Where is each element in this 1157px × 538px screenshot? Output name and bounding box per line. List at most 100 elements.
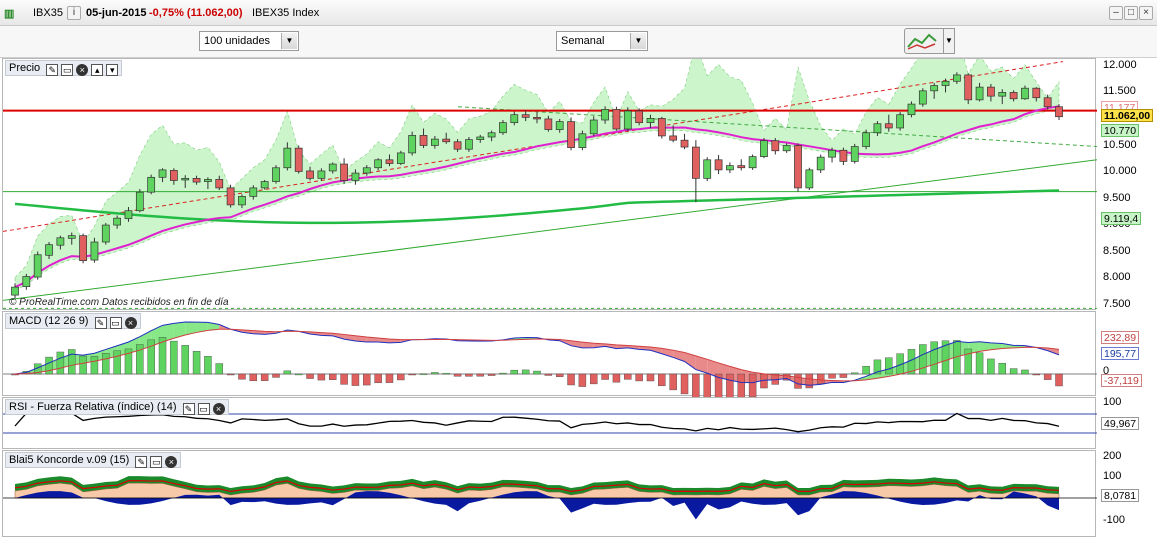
macd-histogram-bar (102, 353, 110, 375)
candle (816, 154, 825, 174)
candle (408, 131, 417, 156)
macd-histogram-bar (272, 373, 280, 378)
window-titlebar: ▥ IBX35 i 05-jun-2015 -0,75% (11.062,00)… (0, 0, 1157, 26)
macd-histogram-bar (1043, 373, 1052, 380)
macd-histogram-bar (851, 372, 859, 375)
price-tick: 7.500 (1103, 297, 1131, 310)
close-icon[interactable]: × (124, 317, 137, 329)
wrench-icon[interactable]: ✎ (182, 403, 195, 415)
candle (692, 140, 700, 203)
macd-chart[interactable] (3, 312, 1097, 397)
close-icon[interactable]: × (165, 456, 178, 468)
macd-histogram-bar (1021, 369, 1029, 375)
macd-histogram-bar (363, 373, 371, 386)
macd-histogram-bar (465, 373, 473, 377)
price-panel[interactable]: Precio ✎ ▭ × ▴ ▾ © ProRealTime.com Datos rec… (2, 58, 1097, 311)
macd-histogram-bar (635, 373, 643, 382)
candle (657, 116, 666, 139)
macd-histogram-bar (987, 358, 995, 375)
candle (294, 145, 303, 174)
maximize-icon[interactable]: □ (1124, 6, 1138, 20)
chevron-down-icon: ▼ (630, 33, 646, 49)
rsi-panel[interactable]: RSI - Fuerza Relativa (índice) (14) ✎ ▭ × (2, 397, 1097, 449)
window-icon[interactable]: ▭ (197, 403, 210, 415)
candle (147, 174, 156, 195)
candle (135, 188, 144, 213)
rsi-badge: 49,967 (1101, 417, 1140, 430)
price-chart[interactable] (3, 59, 1097, 311)
candle (896, 112, 904, 131)
candle (260, 179, 269, 190)
indicators-button[interactable] (904, 28, 946, 54)
candle (737, 159, 746, 171)
candle (714, 155, 723, 175)
macd-histogram-bar (816, 373, 825, 384)
window-icon[interactable]: ▭ (109, 317, 122, 329)
wrench-icon[interactable]: ✎ (135, 456, 148, 468)
chevron-down-icon: ▼ (281, 33, 297, 49)
macd-histogram-bar (499, 372, 507, 375)
last-price-badge: 11.062,00 (1101, 108, 1154, 122)
move-up-icon[interactable]: ▴ (91, 64, 104, 76)
candle (22, 273, 31, 290)
signal-badge: 195,77 (1101, 347, 1140, 360)
units-select[interactable]: 100 unidades ▼ (199, 31, 299, 51)
macd-histogram-bar (215, 363, 223, 375)
watermark-text: © ProRealTime.com Datos recibidos en fin… (9, 297, 229, 308)
price-axis: 12.00011.50011.00010.50010.0009.5009.000… (1097, 58, 1155, 310)
macd-histogram-bar (828, 373, 836, 379)
candles-icon: ▥ (4, 8, 15, 20)
macd-histogram-bar (476, 373, 484, 377)
koncorde-title-label: Blai5 Koncorde v.09 (15) (9, 454, 130, 466)
macd-histogram-bar (544, 373, 553, 376)
hist-badge: -37,119 (1101, 374, 1142, 387)
macd-panel[interactable]: MACD (12 26 9) ✎ ▭ × (2, 311, 1097, 397)
koncorde-badge: 8,0781 (1101, 489, 1140, 502)
window-icon[interactable]: ▭ (150, 456, 163, 468)
price-tick: 11.500 (1103, 85, 1136, 98)
candle (79, 233, 87, 264)
wrench-icon[interactable]: ✎ (46, 64, 59, 76)
close-icon[interactable]: × (1139, 6, 1153, 20)
macd-histogram-bar (1055, 373, 1063, 387)
close-icon[interactable]: × (212, 403, 225, 415)
period-select[interactable]: Semanal ▼ (556, 31, 648, 51)
macd-histogram-bar (283, 370, 292, 375)
minimize-icon[interactable]: – (1109, 6, 1123, 20)
indicators-icon (907, 33, 937, 50)
window-icon[interactable]: ▭ (61, 64, 74, 76)
macd-histogram-bar (839, 373, 848, 378)
wrench-icon[interactable]: ✎ (94, 317, 107, 329)
macd-histogram-bar (329, 373, 337, 380)
move-down-icon[interactable]: ▾ (106, 64, 119, 76)
macd-histogram-bar (862, 365, 870, 375)
price-tick: 10.000 (1103, 165, 1137, 178)
macd-histogram-bar (487, 373, 496, 376)
macd-histogram-bar (1032, 373, 1041, 376)
macd-histogram-bar (340, 373, 348, 385)
koncorde-panel-title: Blai5 Koncorde v.09 (15) ✎ ▭ × (5, 452, 182, 468)
candle (907, 101, 916, 118)
price-title-label: Precio (9, 62, 41, 74)
candle (964, 73, 973, 105)
candle (862, 129, 870, 150)
macd-histogram-bar (885, 357, 893, 375)
koncorde-tick-100: 100 (1103, 470, 1122, 482)
macd-histogram-bar (90, 356, 99, 375)
koncorde-panel[interactable]: Blai5 Koncorde v.09 (15) ✎ ▭ × (2, 450, 1097, 537)
candle (272, 165, 280, 184)
macd-histogram-bar (1009, 368, 1018, 375)
candle (226, 184, 235, 208)
candle (680, 133, 689, 150)
lower-band-badge: 10.770 (1101, 124, 1140, 138)
macd-histogram-bar (408, 373, 416, 376)
close-icon[interactable]: × (76, 64, 89, 76)
macd-histogram-bar (431, 372, 439, 375)
info-icon[interactable]: i (67, 6, 81, 20)
indicators-dropdown[interactable]: ▼ (943, 28, 955, 54)
koncorde-tick-minus100: -100 (1103, 514, 1126, 526)
price-panel-title: Precio ✎ ▭ × ▴ ▾ (5, 60, 123, 76)
price-tick: 8.000 (1103, 271, 1131, 284)
candle (850, 143, 859, 164)
candle (101, 222, 110, 245)
